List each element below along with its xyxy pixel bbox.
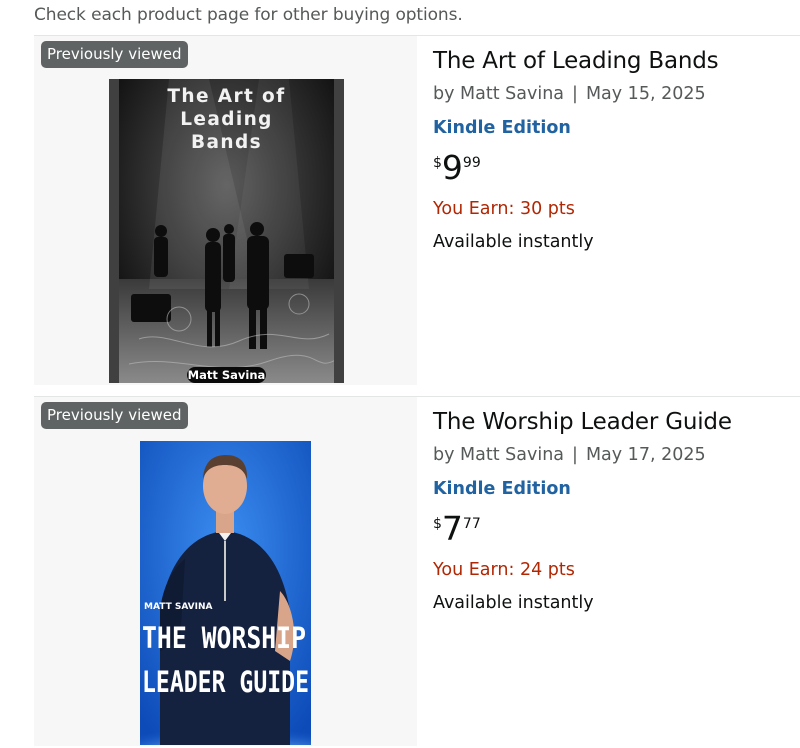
product-title[interactable]: The Art of Leading Bands — [433, 48, 719, 74]
product-image-pane[interactable]: Previously viewed — [34, 397, 417, 746]
price-symbol: $ — [433, 516, 442, 532]
author-name[interactable]: Matt Savina — [460, 445, 564, 465]
price-whole: 9 — [441, 148, 463, 187]
product-info: The Worship Leader Guide by Matt Savina |… — [433, 397, 800, 746]
cover-title-line: LEADER GUIDE — [142, 665, 309, 699]
byline-separator: | — [572, 84, 578, 104]
cover-title-line: THE WORSHIP — [142, 621, 306, 655]
product-price[interactable]: $ 7 77 — [433, 511, 481, 547]
book-cover-worship-leader-guide[interactable]: MATT SAVINA THE WORSHIP LEADER GUIDE — [140, 441, 311, 745]
cover-title-line: Leading — [180, 109, 273, 130]
availability-text: Available instantly — [433, 593, 594, 613]
book-cover-art-of-leading-bands[interactable]: The Art of Leading Bands Matt Savina — [109, 79, 344, 383]
publish-date: May 17, 2025 — [585, 445, 706, 465]
price-symbol: $ — [433, 155, 442, 171]
previously-viewed-badge: Previously viewed — [41, 402, 188, 429]
cover-author: Matt Savina — [188, 368, 266, 382]
cover-title-line: The Art of — [167, 86, 285, 107]
product-info: The Art of Leading Bands by Matt Savina |… — [433, 36, 800, 385]
availability-text: Available instantly — [433, 232, 594, 252]
search-result-item: Previously viewed — [34, 396, 800, 746]
product-title[interactable]: The Worship Leader Guide — [433, 409, 732, 435]
previously-viewed-badge: Previously viewed — [41, 41, 188, 68]
byline-prefix: by — [433, 84, 455, 104]
product-price[interactable]: $ 9 99 — [433, 150, 481, 186]
author-name[interactable]: Matt Savina — [460, 84, 564, 104]
price-fraction: 99 — [462, 155, 481, 171]
price-fraction: 77 — [462, 516, 481, 532]
search-result-item: Previously viewed — [34, 35, 800, 385]
reward-points: You Earn: 30 pts — [433, 199, 575, 219]
format-link[interactable]: Kindle Edition — [433, 118, 571, 138]
buying-options-notice: Check each product page for other buying… — [34, 5, 463, 25]
byline-prefix: by — [433, 445, 455, 465]
product-byline: by Matt Savina | May 15, 2025 — [433, 84, 706, 104]
price-whole: 7 — [441, 509, 463, 548]
cover-title-line: Bands — [191, 132, 262, 153]
product-image-pane[interactable]: Previously viewed — [34, 36, 417, 385]
byline-separator: | — [572, 445, 578, 465]
product-byline: by Matt Savina | May 17, 2025 — [433, 445, 706, 465]
reward-points: You Earn: 24 pts — [433, 560, 575, 580]
publish-date: May 15, 2025 — [585, 84, 706, 104]
format-link[interactable]: Kindle Edition — [433, 479, 571, 499]
cover-author: MATT SAVINA — [144, 602, 213, 612]
